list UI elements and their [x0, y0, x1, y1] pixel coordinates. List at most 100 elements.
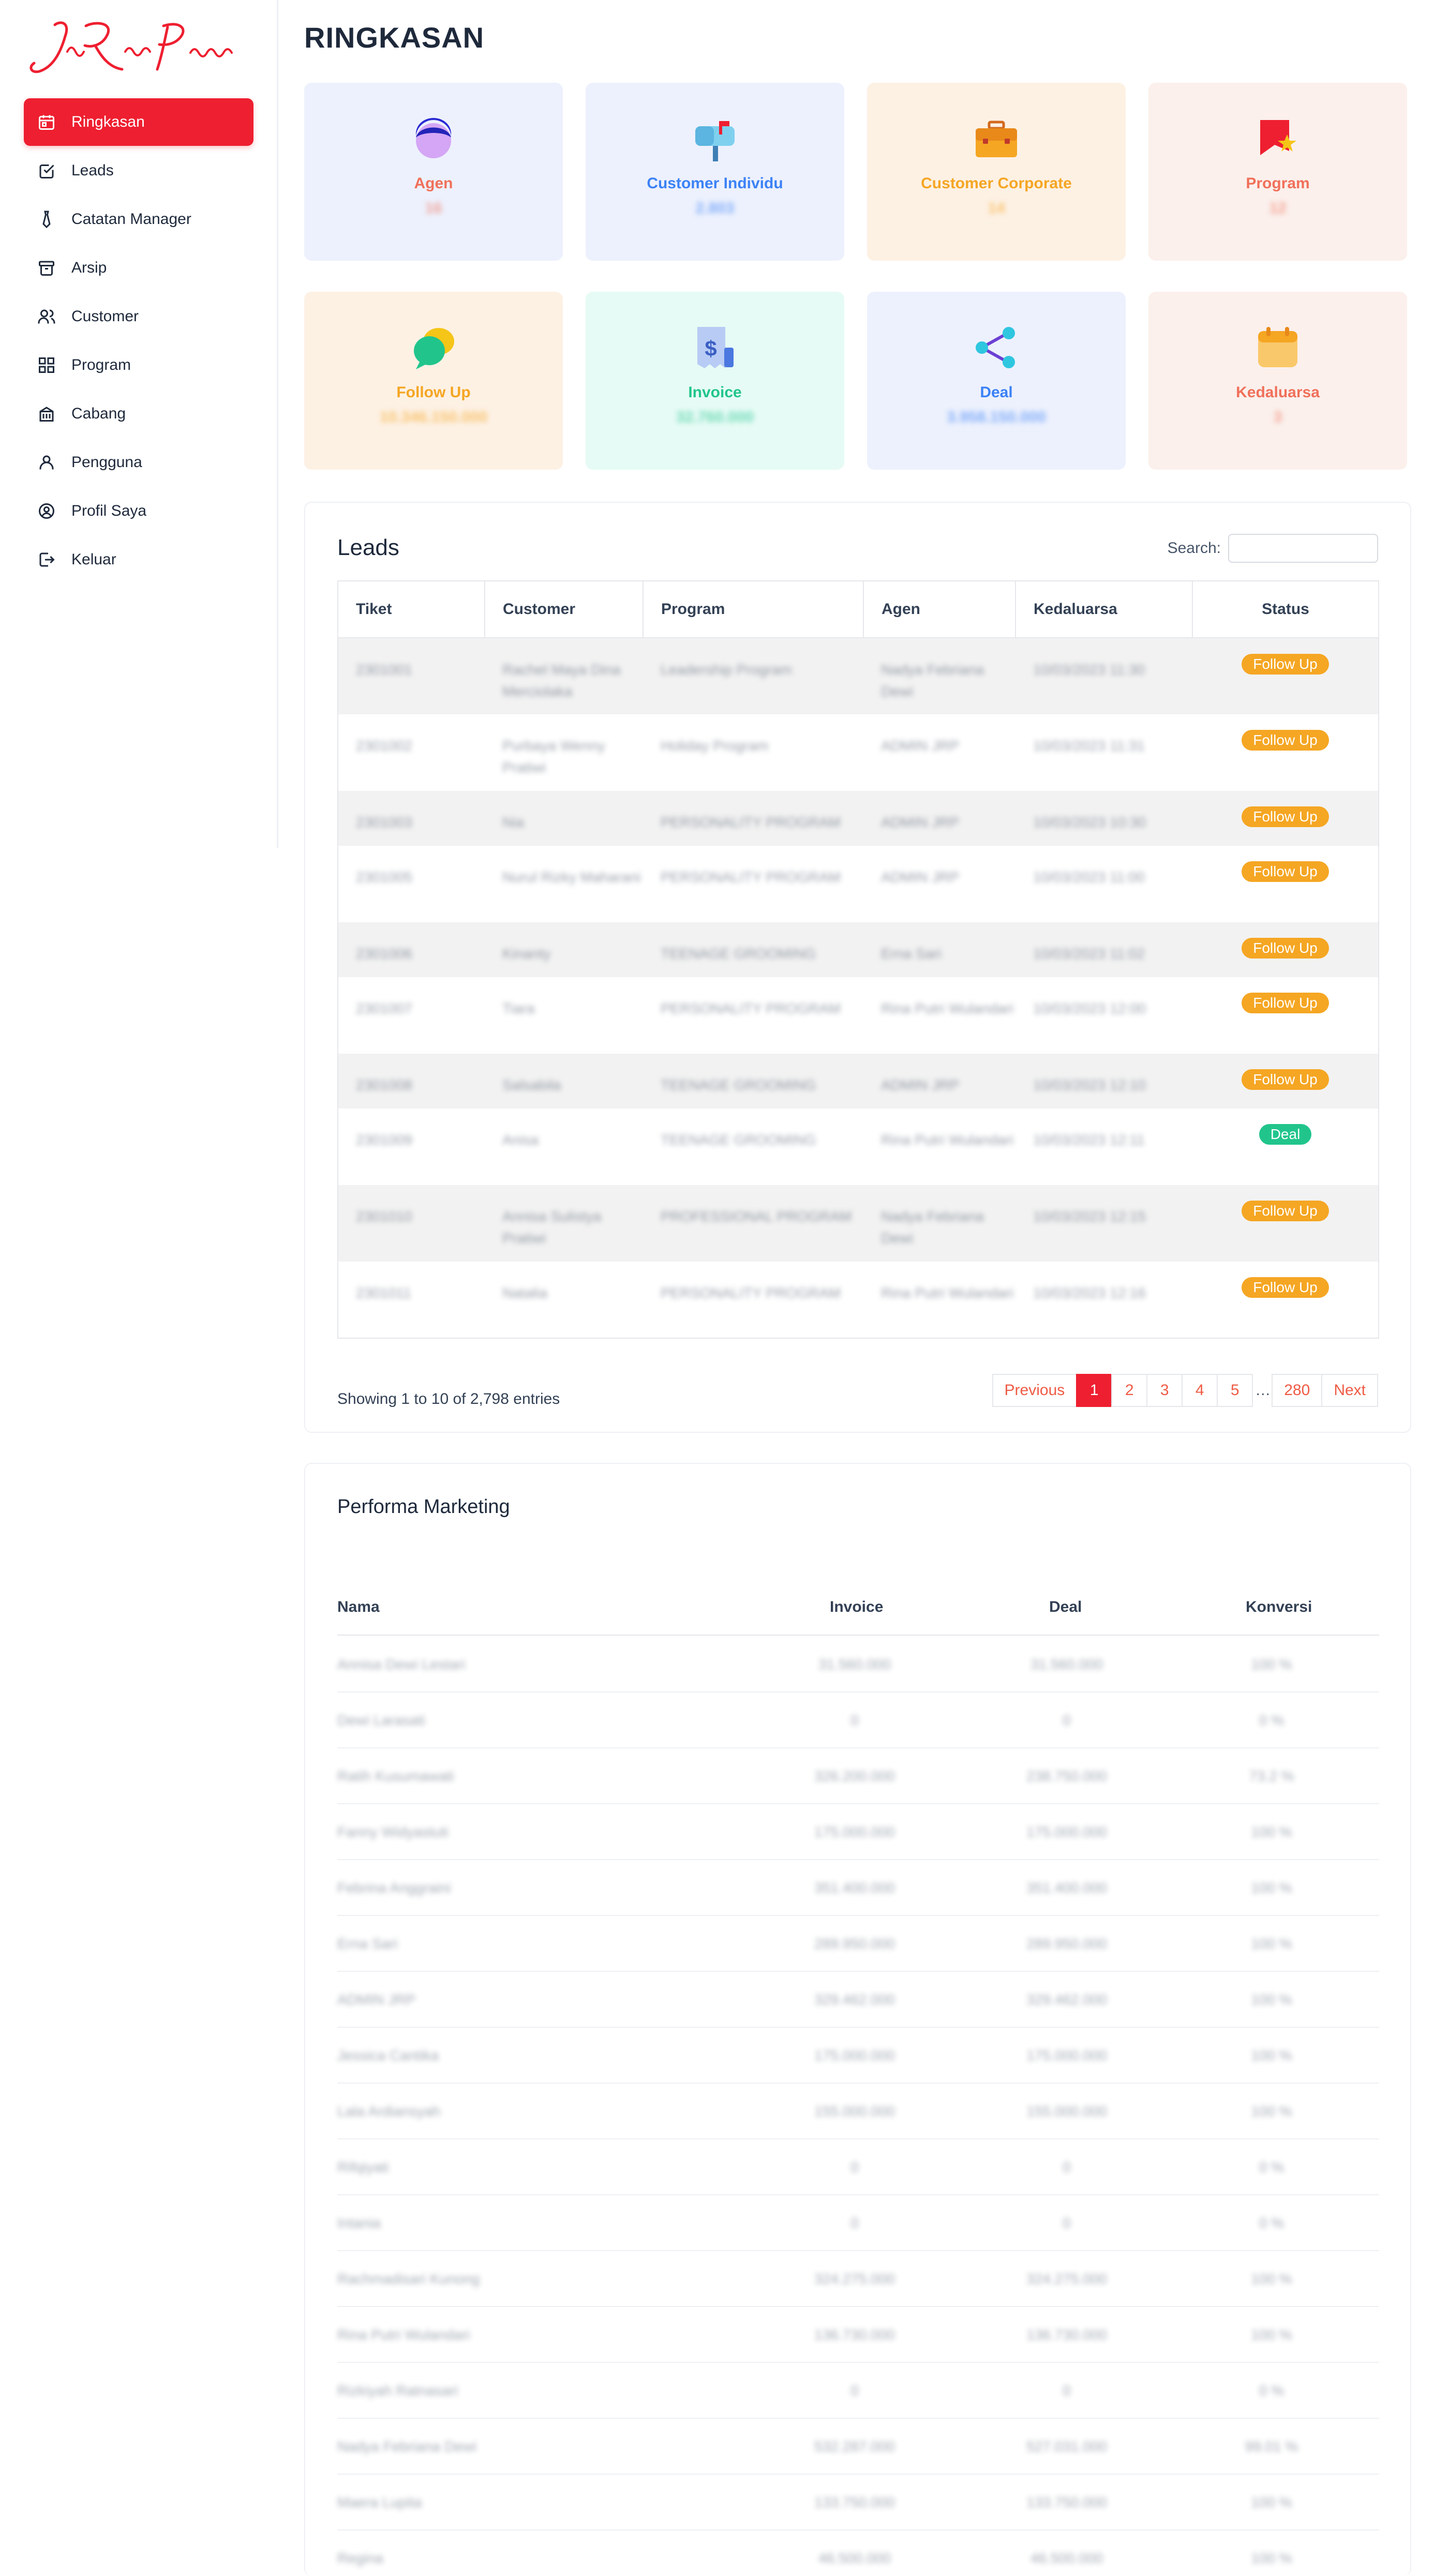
table-row[interactable]: Rifqiyati 0 0 0 % — [337, 2139, 1379, 2195]
table-row[interactable]: Annisa Dewi Lestari 31.560.000 31.560.000 1… — [337, 1637, 1379, 1693]
stat-value: 3.958.150.000 — [947, 409, 1046, 426]
pagination-page-2[interactable]: 2 — [1111, 1374, 1148, 1407]
table-row[interactable]: Dewi Larasati 0 0 0 % — [337, 1693, 1379, 1748]
column-header-agen[interactable]: Agen — [863, 581, 1016, 638]
pagination-next[interactable]: Next — [1321, 1374, 1378, 1407]
cell-customer: Tiara — [485, 977, 643, 1054]
cell-konversi: 0 % — [1259, 2383, 1284, 2399]
pagination-page-last[interactable]: 280 — [1272, 1374, 1323, 1407]
cell-nama: Rizkiyah Ratnasari — [337, 2383, 458, 2399]
sidebar-item-pengguna[interactable]: Pengguna — [24, 439, 253, 486]
stat-label: Deal — [980, 384, 1013, 401]
stat-card-program[interactable]: Program 12 — [1148, 83, 1407, 261]
stat-card-customer-individu[interactable]: Customer Individu 2.803 — [586, 83, 844, 261]
invoice-icon: $ — [697, 327, 734, 368]
cell-text: PERSONALITY PROGRAM — [661, 1000, 841, 1016]
cell-agen: ADMIN JRP — [863, 714, 1015, 791]
column-header-nama[interactable]: Nama — [337, 1598, 380, 1616]
column-header-customer[interactable]: Customer — [485, 581, 644, 638]
stat-label: Follow Up — [396, 384, 471, 401]
table-row[interactable]: Regina 46.500.000 46.500.000 100 % — [337, 2530, 1379, 2576]
table-row[interactable]: Lala Ardiansyah 155.000.000 155.000.000 100… — [337, 2084, 1379, 2139]
table-row[interactable]: 2301007 Tiara PERSONALITY PROGRAM Rina Putr… — [338, 977, 1379, 1054]
column-header-deal[interactable]: Deal — [1049, 1598, 1082, 1616]
cell-deal: 527.031.000 — [1026, 2438, 1107, 2454]
cell-customer: Kinanty — [485, 922, 643, 977]
table-row[interactable]: Nadya Febriana Dewi 532.287.000 527.031.00… — [337, 2419, 1379, 2475]
table-row[interactable]: Maera Lupita 133.750.000 133.750.000 100 % — [337, 2475, 1379, 2530]
cell-invoice: 532.287.000 — [814, 2438, 895, 2454]
column-header-program[interactable]: Program — [643, 581, 864, 638]
cell-text: 10/03/2023 11:31 — [1033, 738, 1145, 754]
sidebar-item-arsip[interactable]: Arsip — [24, 244, 253, 292]
stat-card-agen[interactable]: Agen 16 — [304, 83, 563, 261]
cell-text: 2301010 — [356, 1208, 413, 1224]
table-row[interactable]: 2301006 Kinanty TEENAGE GROOMING Erna Sari 1… — [338, 922, 1379, 977]
brand-logo[interactable] — [24, 16, 257, 83]
pagination-page-1[interactable]: 1 — [1076, 1374, 1113, 1407]
table-row[interactable]: Fanny Widyastuti 175.000.000 175.000.000 10… — [337, 1804, 1379, 1860]
table-row[interactable]: Jessica Cantika 175.000.000 175.000.000 100… — [337, 2028, 1379, 2084]
table-row[interactable]: 2301001 Rachel Maya Dina Merciolaka Leader… — [338, 638, 1379, 714]
cell-nama: Febrina Anggraini — [337, 1880, 451, 1896]
stat-card-customer-corporate[interactable]: Customer Corporate 14 — [867, 83, 1126, 261]
pagination-page-4[interactable]: 4 — [1182, 1374, 1218, 1407]
search-input[interactable] — [1228, 534, 1378, 563]
table-row[interactable]: 2301002 Purbaya Wenny Pratiwi Holiday Prog… — [338, 714, 1379, 791]
cell-deal: 0 — [1063, 2159, 1071, 2175]
calendar-expired-icon — [1258, 327, 1297, 367]
stat-card-follow-up[interactable]: Follow Up 10.346.150.000 — [304, 292, 563, 470]
sidebar-item-leads[interactable]: Leads — [24, 147, 253, 194]
cell-agen: ADMIN JRP — [863, 1054, 1015, 1109]
cell-konversi: 0 % — [1259, 2159, 1284, 2175]
cell-kedaluarsa: 10/03/2023 12:10 — [1015, 1054, 1192, 1109]
cell-text: 2301008 — [356, 1077, 413, 1093]
cell-agen: Erna Sari — [863, 922, 1015, 977]
table-row[interactable]: Rizkiyah Ratnasari 0 0 0 % — [337, 2363, 1379, 2419]
stat-card-kedaluarsa[interactable]: Kedaluarsa 3 — [1148, 292, 1407, 470]
table-row[interactable]: 2301008 Salsabila TEENAGE GROOMING ADMIN JR… — [338, 1054, 1379, 1109]
stat-value: 3 — [1273, 409, 1282, 426]
cell-text: Holiday Program — [661, 738, 769, 754]
table-row[interactable]: ADMIN JRP 329.462.000 329.462.000 100 % — [337, 1972, 1379, 2028]
stat-card-deal[interactable]: Deal 3.958.150.000 — [867, 292, 1126, 470]
table-row[interactable]: Erna Sari 289.950.000 289.950.000 100 % — [337, 1916, 1379, 1972]
column-header-tiket[interactable]: Tiket — [338, 581, 485, 638]
search-label: Search: — [1167, 540, 1221, 557]
pagination-page-3[interactable]: 3 — [1146, 1374, 1183, 1407]
column-header-kedaluarsa[interactable]: Kedaluarsa — [1015, 581, 1193, 638]
sidebar-item-program[interactable]: Program — [24, 341, 253, 389]
column-header-status[interactable]: Status — [1192, 581, 1379, 638]
table-row[interactable]: 2301010 Annisa Sulistya Pratiwi PROFESSION… — [338, 1185, 1379, 1262]
sidebar-item-keluar[interactable]: Keluar — [24, 536, 253, 583]
cell-text: Nia — [502, 814, 525, 830]
table-row[interactable]: 2301011 Natalia PERSONALITY PROGRAM Rina Pu… — [338, 1262, 1379, 1338]
column-header-konversi[interactable]: Konversi — [1246, 1598, 1312, 1616]
sidebar-item-ringkasan[interactable]: Ringkasan — [24, 98, 253, 146]
sidebar-item-customer[interactable]: Customer — [24, 293, 253, 340]
cell-tiket: 2301005 — [338, 846, 485, 922]
sidebar-item-cabang[interactable]: Cabang — [24, 390, 253, 438]
cell-nama: Intania — [337, 2215, 381, 2231]
table-row[interactable]: Rina Putri Wulandari 136.730.000 136.730.0… — [337, 2307, 1379, 2363]
table-row[interactable]: 2301003 Nia PERSONALITY PROGRAM ADMIN JRP 10… — [338, 791, 1379, 846]
pagination-page-5[interactable]: 5 — [1217, 1374, 1253, 1407]
cell-text: PERSONALITY PROGRAM — [661, 1285, 841, 1301]
pagination-previous[interactable]: Previous — [992, 1374, 1078, 1407]
table-row[interactable]: Intania 0 0 0 % — [337, 2195, 1379, 2251]
sidebar-item-label: Program — [71, 356, 131, 373]
cell-deal: 238.750.000 — [1026, 1768, 1107, 1784]
table-row[interactable]: 2301005 Nurul Rizky Maharani PERSONALITY P… — [338, 846, 1379, 922]
sidebar-item-catatan-manager[interactable]: Catatan Manager — [24, 196, 253, 243]
column-header-invoice[interactable]: Invoice — [830, 1598, 883, 1616]
stat-card-invoice[interactable]: $ Invoice 32.760.000 — [586, 292, 844, 470]
sidebar-item-label: Cabang — [71, 405, 126, 422]
cell-customer: Annisa Sulistya Pratiwi — [485, 1185, 643, 1262]
table-row[interactable]: 2301009 Anisa TEENAGE GROOMING Rina Putri W… — [338, 1109, 1379, 1185]
table-row[interactable]: Febrina Anggraini 351.400.000 351.400.000 1… — [337, 1860, 1379, 1916]
table-row[interactable]: Rachmadisari Kunong 324.275.000 324.275.00… — [337, 2251, 1379, 2307]
table-row[interactable]: Ratih Kusumawati 326.200.000 238.750.000 73… — [337, 1748, 1379, 1804]
cell-program: PERSONALITY PROGRAM — [643, 977, 863, 1054]
cell-nama: Dewi Larasati — [337, 1712, 425, 1728]
sidebar-item-profil-saya[interactable]: Profil Saya — [24, 487, 253, 535]
